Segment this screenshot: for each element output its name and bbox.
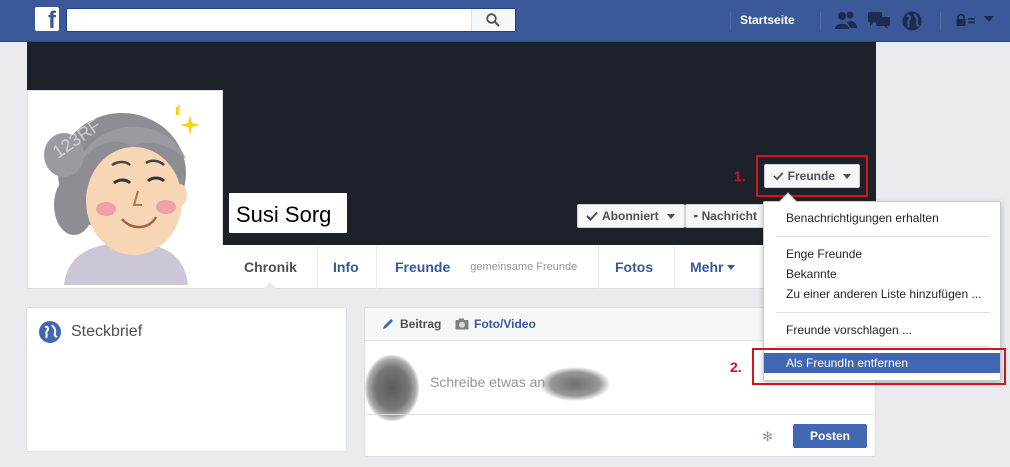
message-icon bbox=[694, 214, 698, 218]
follow-label: Abonniert bbox=[602, 209, 659, 223]
tab-more-label: Mehr bbox=[690, 259, 724, 275]
checkmark-icon bbox=[586, 211, 598, 221]
divider bbox=[730, 12, 731, 30]
follow-button[interactable]: Abonniert bbox=[577, 204, 685, 228]
composer-footer: ✻ Posten bbox=[365, 414, 875, 456]
tab-photos[interactable]: Fotos bbox=[598, 245, 674, 289]
tab-more[interactable]: Mehr bbox=[674, 245, 764, 289]
avatar bbox=[365, 355, 419, 421]
gear-icon[interactable]: ✻ bbox=[762, 429, 773, 445]
tab-about-label: Info bbox=[333, 259, 359, 275]
notifications-globe-icon[interactable] bbox=[901, 10, 923, 32]
annotation-highlight-friends-button bbox=[756, 155, 868, 197]
active-tab-pointer bbox=[262, 282, 278, 290]
menu-item-add-to-list[interactable]: Zu einer anderen Liste hinzufügen ... bbox=[764, 284, 1000, 304]
chevron-down-icon bbox=[727, 264, 736, 270]
profile-name: Susi Sorg bbox=[236, 202, 332, 227]
composer-tab-post[interactable]: Beitrag bbox=[381, 317, 441, 331]
menu-item-acquaintances[interactable]: Bekannte bbox=[764, 264, 1000, 284]
account-menu-caret-icon[interactable] bbox=[984, 16, 994, 23]
facebook-logo[interactable]: f bbox=[35, 7, 59, 33]
tab-friends-label: Freunde bbox=[395, 259, 451, 275]
annotation-step-2: 2. bbox=[730, 359, 742, 375]
intro-card: Steckbrief bbox=[26, 307, 347, 452]
tab-friends[interactable]: Freunde gemeinsame Freunde bbox=[376, 245, 598, 289]
message-label: Nachricht bbox=[701, 209, 757, 223]
search-button[interactable] bbox=[471, 9, 515, 31]
search-field[interactable] bbox=[66, 8, 516, 32]
message-button[interactable]: Nachricht bbox=[685, 204, 765, 228]
menu-divider bbox=[776, 312, 990, 313]
annotation-step-1: 1. bbox=[734, 168, 746, 184]
messages-icon[interactable] bbox=[867, 10, 891, 30]
tab-photos-label: Fotos bbox=[615, 259, 654, 275]
tab-timeline-label: Chronik bbox=[244, 259, 297, 275]
menu-divider bbox=[776, 236, 990, 237]
annotation-highlight-unfriend bbox=[752, 348, 1006, 385]
profile-picture[interactable]: 123RF bbox=[27, 90, 223, 289]
menu-item-suggest-friends[interactable]: Freunde vorschlagen ... bbox=[764, 320, 1000, 340]
camera-icon bbox=[455, 318, 469, 330]
divider bbox=[820, 12, 821, 30]
chevron-down-icon bbox=[666, 213, 675, 219]
home-link[interactable]: Startseite bbox=[740, 13, 795, 27]
top-navigation-bar: f Startseite bbox=[0, 0, 1010, 42]
avatar-illustration: 123RF bbox=[34, 95, 218, 285]
menu-item-get-notifications[interactable]: Benachrichtigungen erhalten bbox=[764, 208, 1000, 228]
composer-tab-photo-label: Foto/Video bbox=[474, 317, 536, 331]
obscured-name bbox=[540, 367, 610, 401]
composer-tab-photo[interactable]: Foto/Video bbox=[455, 317, 536, 331]
composer-tab-post-label: Beitrag bbox=[400, 317, 442, 331]
pencil-icon bbox=[383, 319, 393, 329]
post-button[interactable]: Posten bbox=[793, 424, 867, 448]
tab-about[interactable]: Info bbox=[317, 245, 376, 289]
profile-name-label: Susi Sorg bbox=[229, 193, 347, 233]
menu-divider bbox=[776, 346, 990, 347]
divider bbox=[940, 12, 941, 30]
composer-input[interactable]: Schreibe etwas an bbox=[430, 374, 545, 390]
globe-icon bbox=[39, 321, 61, 343]
intro-title: Steckbrief bbox=[71, 323, 143, 340]
tab-friends-sublabel: gemeinsame Freunde bbox=[470, 261, 578, 273]
privacy-lock-icon[interactable] bbox=[956, 13, 976, 27]
menu-item-close-friends[interactable]: Enge Freunde bbox=[764, 244, 1000, 264]
search-icon bbox=[486, 13, 500, 27]
friend-requests-icon[interactable] bbox=[834, 10, 858, 30]
tab-timeline[interactable]: Chronik bbox=[222, 245, 317, 290]
